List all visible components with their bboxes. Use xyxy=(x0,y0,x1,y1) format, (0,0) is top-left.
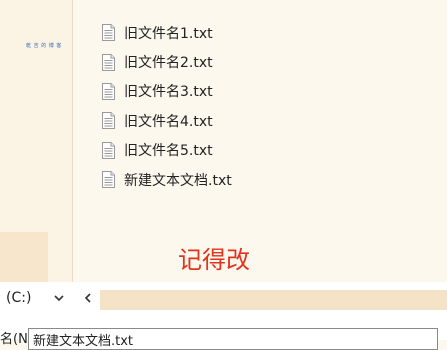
file-name: 旧文件名1.txt xyxy=(124,25,213,42)
drive-label[interactable]: (C:) xyxy=(6,290,31,306)
text-file-icon xyxy=(102,24,115,42)
chevron-down-icon xyxy=(54,294,64,301)
watermark-text: 乾 吉 的 博 客 xyxy=(26,43,62,49)
chevron-down-button[interactable] xyxy=(50,288,68,308)
text-file-icon xyxy=(102,171,115,189)
navigation-bar: (C:) xyxy=(0,282,447,316)
navigation-pane: 乾 吉 的 博 客 xyxy=(0,0,72,282)
file-name: 旧文件名3.txt xyxy=(124,84,213,101)
navigation-pane-upper xyxy=(0,0,48,110)
file-item[interactable]: 新建文本文档.txt xyxy=(102,165,232,194)
file-item[interactable]: 旧文件名3.txt xyxy=(102,77,232,106)
file-list: 旧文件名1.txt 旧文件名2.txt 旧文件名3.txt 旧文件名4.txt … xyxy=(102,18,232,194)
scroll-left-button[interactable] xyxy=(78,288,96,308)
filename-input[interactable] xyxy=(28,328,438,350)
file-item[interactable]: 旧文件名2.txt xyxy=(102,47,232,76)
horizontal-scrollbar[interactable] xyxy=(100,290,447,310)
filename-row: 名(N): xyxy=(0,316,447,350)
text-file-icon xyxy=(102,82,115,100)
text-file-icon xyxy=(102,141,115,159)
file-name: 旧文件名5.txt xyxy=(124,143,213,160)
chevron-left-icon xyxy=(84,293,91,303)
text-file-icon xyxy=(102,53,115,71)
file-name: 新建文本文档.txt xyxy=(124,172,232,189)
file-item[interactable]: 旧文件名1.txt xyxy=(102,18,232,47)
file-item[interactable]: 旧文件名5.txt xyxy=(102,136,232,165)
navigation-pane-selected-item[interactable] xyxy=(0,232,48,282)
file-item[interactable]: 旧文件名4.txt xyxy=(102,106,232,135)
text-file-icon xyxy=(102,112,115,130)
annotation-note: 记得改 xyxy=(178,246,250,274)
file-name: 旧文件名2.txt xyxy=(124,55,213,72)
pane-divider[interactable] xyxy=(72,0,73,282)
file-name: 旧文件名4.txt xyxy=(124,113,213,130)
